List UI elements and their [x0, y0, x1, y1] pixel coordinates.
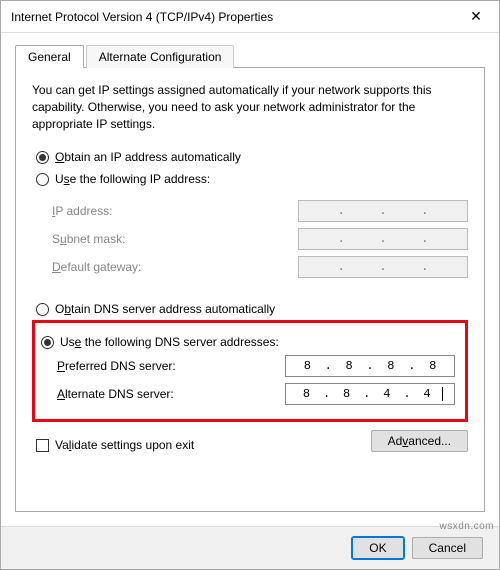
default-gateway-label: Default gateway:	[52, 260, 141, 274]
dns-highlight-box: Use the following DNS server addresses: …	[32, 320, 468, 422]
radio-dns-manual[interactable]: Use the following DNS server addresses:	[41, 335, 455, 349]
text-caret	[442, 387, 443, 401]
close-icon[interactable]: ✕	[453, 1, 499, 33]
ok-button[interactable]: OK	[352, 537, 403, 559]
ip-address-label: IP address:	[52, 204, 113, 218]
default-gateway-row: Default gateway: ...	[52, 256, 468, 278]
radio-icon[interactable]	[36, 303, 49, 316]
default-gateway-input: ...	[298, 256, 468, 278]
dialog-footer: OK Cancel	[1, 526, 499, 569]
radio-icon[interactable]	[36, 151, 49, 164]
content-area: General Alternate Configuration You can …	[1, 33, 499, 526]
watermark-text: wsxdn.com	[439, 521, 494, 532]
ip-fields-group: IP address: ... Subnet mask: ... Default…	[52, 194, 468, 284]
alternate-dns-label: Alternate DNS server:	[57, 387, 174, 401]
alternate-dns-row: Alternate DNS server: 8. 8. 4. 4	[57, 383, 455, 405]
radio-dns-auto-label: Obtain DNS server address automatically	[55, 302, 275, 316]
ip-address-row: IP address: ...	[52, 200, 468, 222]
radio-ip-manual[interactable]: Use the following IP address:	[36, 172, 468, 186]
properties-dialog: Internet Protocol Version 4 (TCP/IPv4) P…	[0, 0, 500, 570]
subnet-mask-input: ...	[298, 228, 468, 250]
radio-ip-auto-label: Obtain an IP address automatically	[55, 150, 241, 164]
advanced-button[interactable]: Advanced...	[371, 430, 468, 452]
tab-strip: General Alternate Configuration	[15, 45, 485, 68]
radio-icon[interactable]	[36, 173, 49, 186]
subnet-mask-label: Subnet mask:	[52, 232, 125, 246]
radio-dns-auto[interactable]: Obtain DNS server address automatically	[36, 302, 468, 316]
radio-dns-manual-label: Use the following DNS server addresses:	[60, 335, 279, 349]
alternate-dns-input[interactable]: 8. 8. 4. 4	[285, 383, 455, 405]
radio-ip-manual-label: Use the following IP address:	[55, 172, 210, 186]
radio-icon[interactable]	[41, 336, 54, 349]
preferred-dns-row: Preferred DNS server: 8. 8. 8. 8	[57, 355, 455, 377]
window-title: Internet Protocol Version 4 (TCP/IPv4) P…	[11, 10, 453, 24]
radio-ip-auto[interactable]: Obtain an IP address automatically	[36, 150, 468, 164]
preferred-dns-input[interactable]: 8. 8. 8. 8	[285, 355, 455, 377]
tab-alternate[interactable]: Alternate Configuration	[86, 45, 235, 68]
general-panel: You can get IP settings assigned automat…	[15, 67, 485, 512]
description-text: You can get IP settings assigned automat…	[32, 82, 468, 132]
tab-general[interactable]: General	[15, 45, 84, 68]
titlebar: Internet Protocol Version 4 (TCP/IPv4) P…	[1, 1, 499, 33]
preferred-dns-label: Preferred DNS server:	[57, 359, 176, 373]
subnet-mask-row: Subnet mask: ...	[52, 228, 468, 250]
ip-address-input: ...	[298, 200, 468, 222]
cancel-button[interactable]: Cancel	[412, 537, 483, 559]
